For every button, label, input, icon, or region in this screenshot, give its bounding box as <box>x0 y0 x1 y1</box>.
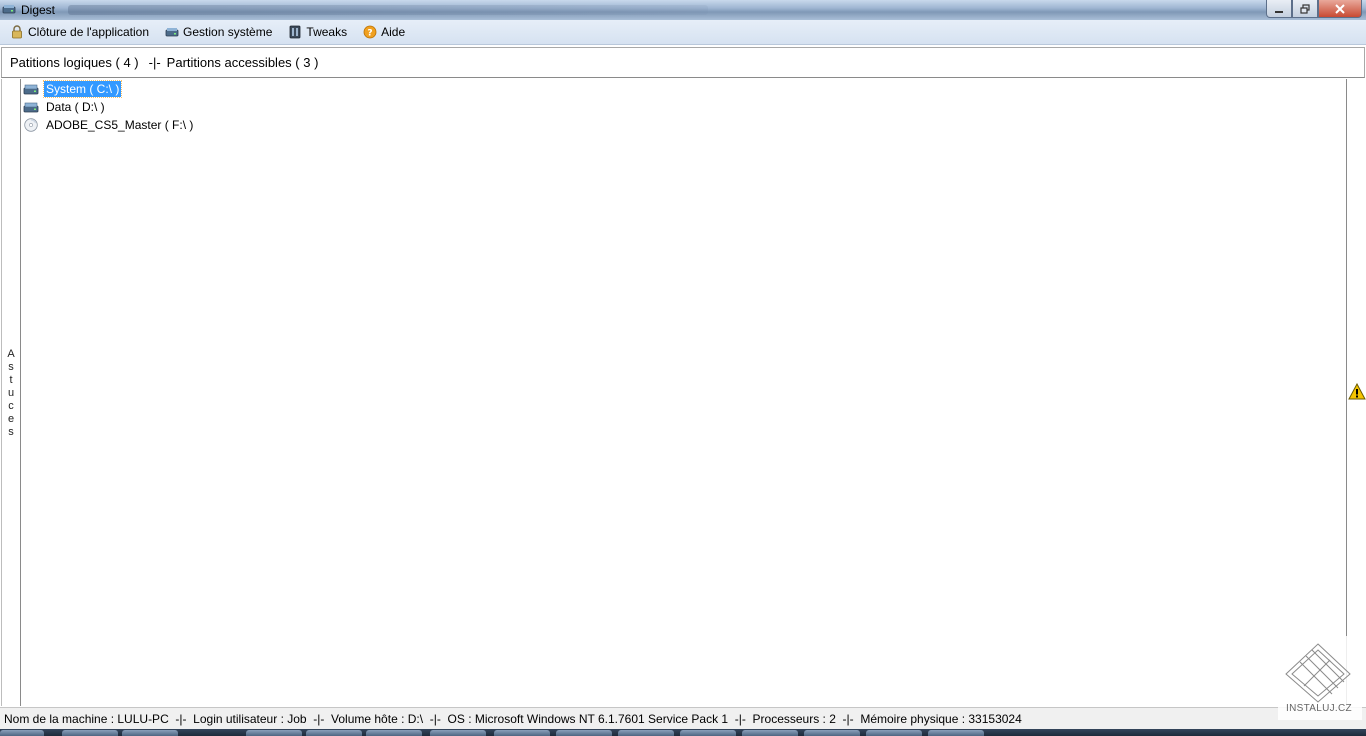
right-side-panel <box>1346 79 1366 706</box>
tab-separator: -|- <box>148 55 161 70</box>
tips-side-panel[interactable]: A s t u c e s <box>1 79 21 706</box>
taskbar-start-button[interactable] <box>0 730 44 736</box>
tree-item-label: System ( C:\ ) <box>42 80 123 98</box>
taskbar-button[interactable] <box>494 730 550 736</box>
partition-tree: System ( C:\ ) Data ( D:\ ) ADOBE_CS5_Ma… <box>21 79 1346 706</box>
tips-label: A s t u c e s <box>7 348 15 438</box>
tweaks-icon <box>290 25 301 39</box>
window-title: Digest <box>21 3 56 17</box>
close-button[interactable] <box>1318 0 1362 18</box>
taskbar-button[interactable] <box>556 730 612 736</box>
hard-drive-icon <box>23 102 39 113</box>
app-window: Digest Clôture de l'application Gestion … <box>0 0 1366 736</box>
menu-bar: Clôture de l'application Gestion système… <box>0 20 1366 45</box>
taskbar-button[interactable] <box>306 730 362 736</box>
taskbar-button[interactable] <box>618 730 674 736</box>
watermark-logo-icon <box>1285 643 1351 703</box>
watermark-text: INSTALUJ.CZ <box>1286 703 1352 714</box>
drive-icon <box>165 28 179 37</box>
menu-item-label: Aide <box>381 25 406 39</box>
taskbar-button[interactable] <box>122 730 178 736</box>
menu-item-label: Gestion système <box>183 25 273 39</box>
minimize-button[interactable] <box>1266 0 1292 18</box>
menu-item-help[interactable]: ? Aide <box>363 22 405 42</box>
minimize-icon <box>1275 10 1283 13</box>
tree-item-system-c[interactable]: System ( C:\ ) <box>23 80 123 98</box>
svg-text:?: ? <box>367 29 372 39</box>
menu-item-label: Clôture de l'application <box>28 25 150 39</box>
lock-icon <box>12 25 22 39</box>
menu-item-system-management[interactable]: Gestion système <box>165 22 272 42</box>
taskbar-button[interactable] <box>866 730 922 736</box>
status-bar: Nom de la machine : LULU-PC -|- Login ut… <box>0 707 1366 729</box>
window-controls <box>1266 0 1362 18</box>
restore-button[interactable] <box>1292 0 1318 18</box>
tree-item-data-d[interactable]: Data ( D:\ ) <box>23 99 107 115</box>
tree-item-label: ADOBE_CS5_Master ( F:\ ) <box>46 118 194 132</box>
menu-item-quit-application[interactable]: Clôture de l'application <box>10 22 149 42</box>
app-drive-icon <box>2 5 16 14</box>
taskbar-button[interactable] <box>680 730 736 736</box>
tab-accessible-partitions[interactable]: Partitions accessibles ( 3 ) <box>167 55 319 70</box>
title-bar[interactable]: Digest <box>0 0 1366 20</box>
help-icon: ? <box>363 25 377 39</box>
tree-item-label: Data ( D:\ ) <box>46 100 105 114</box>
taskbar-button[interactable] <box>430 730 486 736</box>
taskbar-button[interactable] <box>804 730 860 736</box>
taskbar-button[interactable] <box>62 730 118 736</box>
watermark: INSTALUJ.CZ <box>1278 636 1362 720</box>
warning-icon[interactable] <box>1348 383 1366 400</box>
tab-logical-partitions[interactable]: Patitions logiques ( 4 ) <box>10 55 139 70</box>
taskbar-button[interactable] <box>742 730 798 736</box>
partition-tabs: Patitions logiques ( 4 ) -|- Partitions … <box>1 47 1365 78</box>
tree-item-adobe-f[interactable]: ADOBE_CS5_Master ( F:\ ) <box>23 117 195 133</box>
system-info-text: Nom de la machine : LULU-PC -|- Login ut… <box>4 711 1022 726</box>
taskbar-button[interactable] <box>246 730 302 736</box>
menu-item-label: Tweaks <box>306 25 348 39</box>
restore-icon <box>1300 3 1310 14</box>
cd-drive-icon <box>24 118 38 132</box>
close-icon <box>1335 3 1345 14</box>
taskbar-button[interactable] <box>928 730 984 736</box>
hard-drive-icon <box>23 84 39 95</box>
menu-item-tweaks[interactable]: Tweaks <box>288 22 347 42</box>
taskbar-button[interactable] <box>366 730 422 736</box>
title-bar-background-blur <box>68 5 708 15</box>
taskbar <box>0 729 1366 736</box>
